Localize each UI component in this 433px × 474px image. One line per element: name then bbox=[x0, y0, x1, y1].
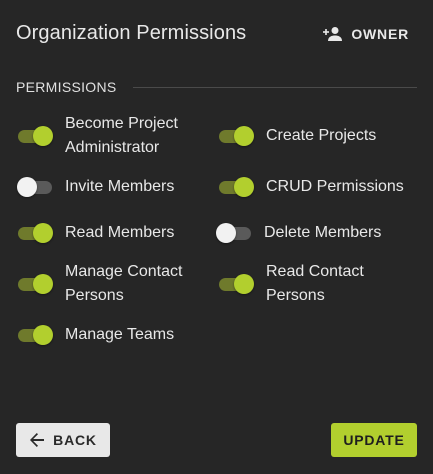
permission-read-members[interactable]: Read Members bbox=[17, 221, 174, 245]
section-label: PERMISSIONS bbox=[16, 79, 117, 95]
permission-label: Delete Members bbox=[264, 224, 382, 241]
permission-label: CRUD Permissions bbox=[266, 178, 404, 195]
toggle-switch[interactable] bbox=[17, 325, 53, 345]
permission-label: Manage Contact Persons bbox=[65, 263, 183, 304]
dialog-title: Organization Permissions bbox=[16, 22, 247, 44]
permissions-dialog: Organization Permissions OWNER PERMISSIO… bbox=[0, 0, 433, 474]
role-label: OWNER bbox=[351, 26, 409, 42]
back-label: BACK bbox=[53, 432, 97, 448]
permission-manage-contact-persons[interactable]: Manage Contact Persons bbox=[17, 260, 182, 308]
toggle-switch[interactable] bbox=[17, 126, 53, 146]
toggle-switch[interactable] bbox=[216, 223, 252, 243]
permissions-section-header: PERMISSIONS bbox=[16, 79, 417, 95]
toggle-switch[interactable] bbox=[17, 223, 53, 243]
permission-label: Manage Teams bbox=[65, 326, 175, 343]
permission-label: Read Contact Persons bbox=[266, 263, 364, 304]
toggle-switch[interactable] bbox=[17, 274, 53, 294]
update-button[interactable]: UPDATE bbox=[331, 423, 417, 457]
permission-become-project-admin[interactable]: Become Project Administrator bbox=[17, 112, 178, 160]
permission-delete-members[interactable]: Delete Members bbox=[216, 221, 381, 245]
arrow-left-icon bbox=[30, 433, 45, 447]
update-label: UPDATE bbox=[343, 432, 405, 448]
permission-label: Read Members bbox=[65, 224, 175, 241]
permission-invite-members[interactable]: Invite Members bbox=[17, 175, 174, 199]
toggle-switch[interactable] bbox=[218, 126, 254, 146]
toggle-switch[interactable] bbox=[17, 177, 53, 197]
toggle-switch[interactable] bbox=[218, 177, 254, 197]
role-badge: OWNER bbox=[323, 26, 409, 42]
section-divider bbox=[132, 86, 417, 88]
back-button[interactable]: BACK bbox=[16, 423, 110, 457]
toggle-switch[interactable] bbox=[218, 274, 254, 294]
person-add-icon bbox=[323, 27, 343, 41]
permission-manage-teams[interactable]: Manage Teams bbox=[17, 323, 174, 347]
permission-crud-permissions[interactable]: CRUD Permissions bbox=[218, 175, 404, 199]
permission-label: Become Project Administrator bbox=[65, 115, 178, 156]
permission-create-projects[interactable]: Create Projects bbox=[218, 124, 376, 148]
permission-label: Invite Members bbox=[65, 178, 175, 195]
permission-label: Create Projects bbox=[266, 127, 377, 144]
permission-read-contact-persons[interactable]: Read Contact Persons bbox=[218, 260, 364, 308]
